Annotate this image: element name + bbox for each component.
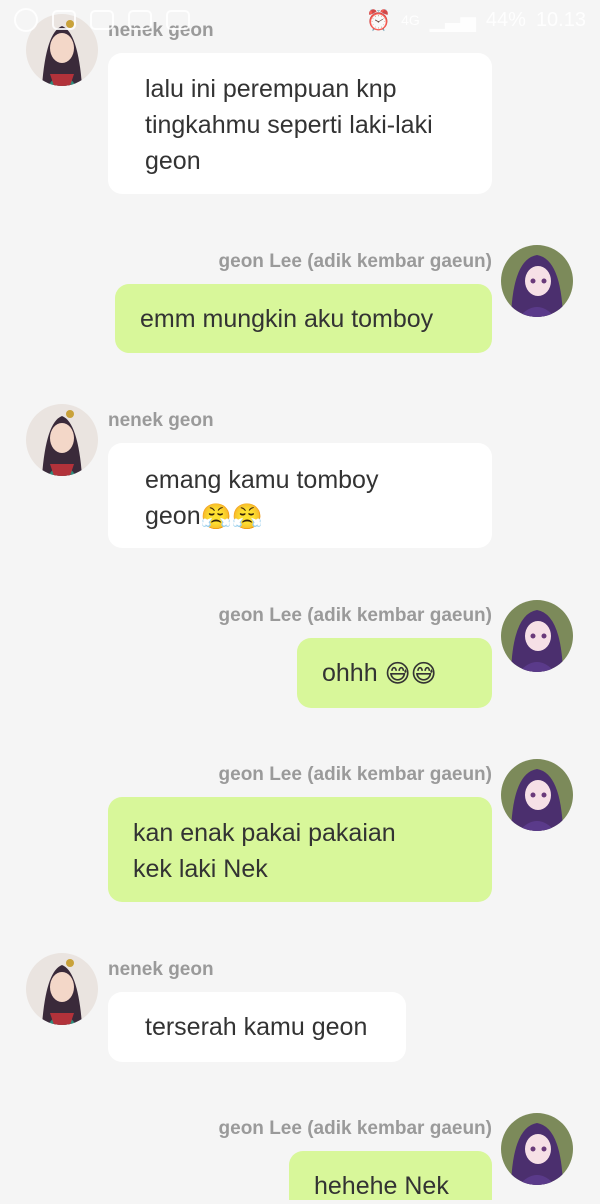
message-text: lalu ini perempuan knp tingkahmu seperti…	[145, 75, 433, 175]
youtube-icon	[166, 10, 190, 30]
gallery-icon	[52, 10, 76, 30]
sender-name: geon Lee (adik kembar gaeun)	[218, 1118, 492, 1139]
sender-name: nenek geon	[108, 959, 214, 980]
message-bubble[interactable]: lalu ini perempuan knp tingkahmu seperti…	[108, 53, 492, 194]
network-type: 4G	[401, 12, 420, 28]
alarm-icon: ⏰	[366, 9, 392, 32]
system-icons: ⏰ 4G ▁▃▅ 44% 10.13	[366, 8, 586, 33]
message-bubble[interactable]: ohhh 😅😅	[297, 638, 492, 708]
message-bubble[interactable]: hehehe Nek	[289, 1151, 492, 1200]
notification-icons	[14, 8, 190, 32]
clock: 10.13	[535, 8, 586, 31]
message-text: emm mungkin aku tomboy	[140, 305, 434, 333]
battery-level: 44%	[485, 8, 526, 31]
sender-name: nenek geon	[108, 410, 214, 431]
message-bubble[interactable]: terserah kamu geon	[108, 992, 406, 1062]
geon-avatar-icon	[501, 1113, 573, 1185]
sender-name: geon Lee (adik kembar gaeun)	[218, 605, 492, 626]
grandma-avatar-icon	[26, 953, 98, 1025]
whatsapp-icon	[14, 8, 38, 32]
geon-avatar-icon	[501, 759, 573, 831]
avatar-geon[interactable]	[501, 245, 573, 317]
grandma-avatar-icon	[26, 404, 98, 476]
frustrated-face-emoji: 😤😤	[200, 503, 263, 532]
status-bar: ⏰ 4G ▁▃▅ 44% 10.13	[0, 0, 600, 40]
message-bubble[interactable]: kan enak pakai pakaian kek laki Nek	[108, 797, 492, 902]
message-text: ohhh 😅😅	[322, 655, 437, 692]
avatar-grandma[interactable]	[26, 404, 98, 476]
sweat-smile-emoji: 😅😅	[384, 660, 437, 689]
message-text: emang kamu tomboy geon😤😤	[145, 462, 378, 535]
message-text: kan enak pakai pakaian kek laki Nek	[133, 819, 396, 883]
instagram-icon	[90, 10, 114, 30]
message-text: hehehe Nek	[314, 1172, 449, 1200]
signal-icon: ▁▃▅	[429, 9, 476, 32]
message-bubble[interactable]: emang kamu tomboy geon😤😤	[108, 443, 492, 548]
geon-avatar-icon	[501, 600, 573, 672]
chat-thread[interactable]: nenek geon lalu ini perempuan knp tingka…	[0, 0, 600, 1200]
message-bubble[interactable]: emm mungkin aku tomboy	[115, 284, 492, 353]
sender-name: geon Lee (adik kembar gaeun)	[218, 764, 492, 785]
avatar-geon[interactable]	[501, 600, 573, 672]
avatar-geon[interactable]	[501, 759, 573, 831]
sender-name: geon Lee (adik kembar gaeun)	[218, 251, 492, 272]
avatar-geon[interactable]	[501, 1113, 573, 1185]
message-text: terserah kamu geon	[145, 1013, 368, 1041]
youtube-icon	[128, 10, 152, 30]
geon-avatar-icon	[501, 245, 573, 317]
avatar-grandma[interactable]	[26, 953, 98, 1025]
